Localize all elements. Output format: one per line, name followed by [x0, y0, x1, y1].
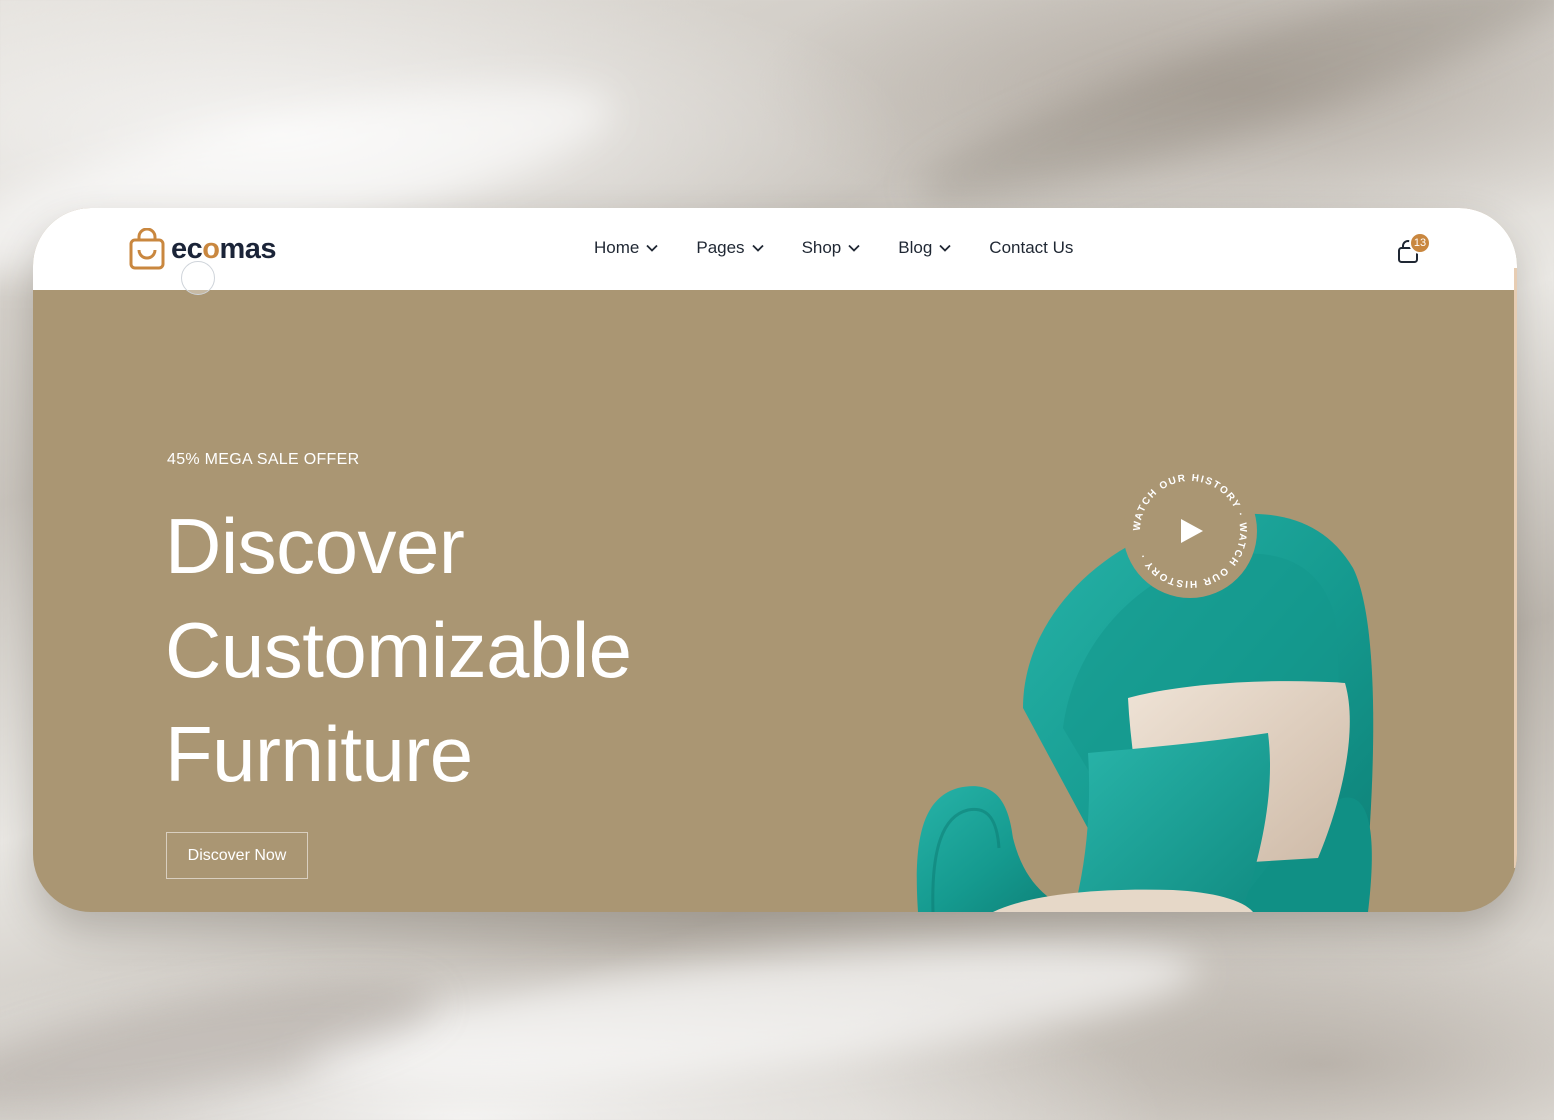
chevron-down-icon	[751, 244, 764, 252]
nav-item-pages[interactable]: Pages	[696, 234, 764, 262]
headline-line: Furniture	[165, 710, 473, 798]
nav-item-label: Blog	[898, 238, 933, 257]
hero-card: ecomas Home Pages Shop Blog Contact Us 1…	[33, 208, 1517, 912]
headline-line: Discover	[165, 502, 465, 590]
hero-headline: Discover Customizable Furniture	[165, 494, 785, 806]
main-nav: Home Pages Shop Blog Contact Us	[594, 234, 1073, 262]
chevron-down-icon	[646, 244, 658, 252]
nav-item-label: Contact Us	[989, 238, 1074, 257]
shopping-bag-icon	[129, 228, 165, 270]
headline-line: Customizable	[165, 606, 632, 694]
play-icon	[1181, 519, 1203, 543]
brand-name: ecomas	[171, 232, 277, 266]
cart-button[interactable]: 13	[1397, 232, 1431, 264]
nav-item-label: Home	[594, 238, 640, 257]
nav-item-label: Shop	[801, 238, 842, 257]
video-badge-graphic: WATCH OUR HISTORY · WATCH OUR HISTORY ·	[1132, 473, 1247, 589]
brand-name-prefix: ec	[171, 232, 203, 265]
cursor-ring	[181, 261, 215, 295]
chevron-down-icon	[939, 244, 951, 252]
discover-now-button[interactable]: Discover Now	[166, 832, 308, 879]
hero-eyebrow: 45% MEGA SALE OFFER	[167, 451, 360, 468]
nav-item-home[interactable]: Home	[594, 234, 658, 262]
chevron-down-icon	[848, 244, 860, 252]
nav-item-contact-us[interactable]: Contact Us	[989, 234, 1073, 262]
nav-item-label: Pages	[696, 238, 745, 257]
cart-count-badge: 13	[1409, 232, 1431, 254]
nav-item-blog[interactable]: Blog	[898, 234, 951, 262]
nav-item-shop[interactable]: Shop	[802, 234, 861, 262]
site-header: ecomas Home Pages Shop Blog Contact Us 1…	[33, 208, 1517, 295]
brand-name-highlight: o	[202, 232, 220, 265]
watch-history-video-button[interactable]: WATCH OUR HISTORY · WATCH OUR HISTORY ·	[1123, 464, 1257, 598]
brand-name-suffix: mas	[219, 232, 277, 265]
